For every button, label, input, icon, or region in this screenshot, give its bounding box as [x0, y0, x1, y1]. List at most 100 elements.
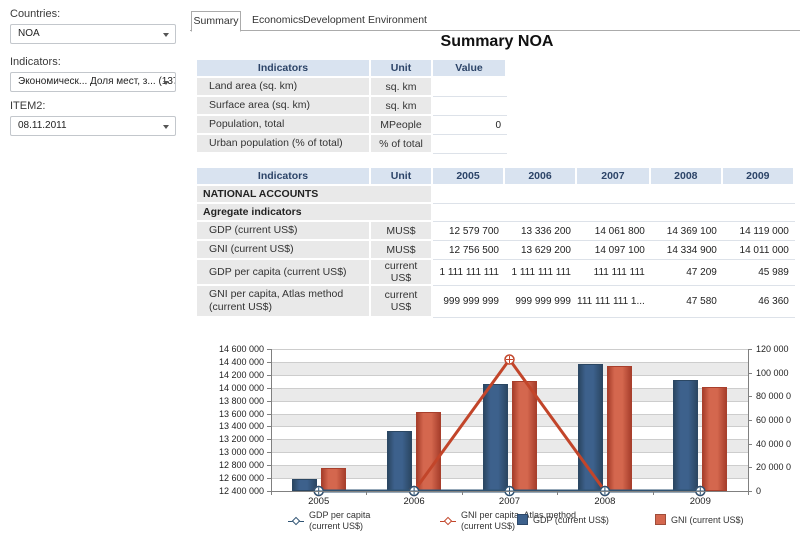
table-row: NATIONAL ACCOUNTS — [197, 186, 795, 204]
value-cell — [505, 186, 577, 204]
value-cell: 47 580 — [651, 286, 723, 318]
value-cell — [433, 204, 505, 222]
indicators-value: Экономическ... Доля мест, з... (1374) — [18, 76, 176, 87]
value-cell: 13 629 200 — [505, 241, 577, 260]
table-row: GNI per capita, Atlas method (current US… — [197, 286, 795, 318]
column-header: 2007 — [577, 168, 651, 186]
right-axis-label: 80 000 0 — [756, 391, 791, 401]
indicators-select[interactable]: Экономическ... Доля мест, з... (1374) — [10, 72, 176, 92]
left-axis-label: 13 200 000 — [195, 434, 264, 444]
legend-square-icon — [655, 514, 666, 525]
x-axis-label: 2007 — [490, 496, 530, 507]
column-header: Indicators — [197, 60, 371, 78]
indicators-label: Indicators: — [10, 56, 61, 68]
value-cell: 14 119 000 — [723, 222, 795, 241]
value-cell: 14 369 100 — [651, 222, 723, 241]
x-axis-label: 2008 — [585, 496, 625, 507]
left-axis-label: 13 400 000 — [195, 421, 264, 431]
value-cell: 14 011 000 — [723, 241, 795, 260]
legend-line-marker-icon — [440, 516, 456, 528]
value-cell: 12 579 700 — [433, 222, 505, 241]
gdp-gni-chart: 14 600 00014 400 00014 200 00014 000 000… — [195, 338, 800, 535]
series-line — [319, 360, 701, 491]
tab-summary[interactable]: Summary — [191, 11, 241, 32]
value-cell: 999 999 999 — [433, 286, 505, 318]
column-header: Unit — [371, 168, 433, 186]
right-axis-label: 20 000 0 — [756, 462, 791, 472]
value-cell: 111 111 111 1... — [577, 286, 651, 318]
column-header: Unit — [371, 60, 433, 78]
countries-label: Countries: — [10, 8, 60, 20]
tab-strip-line — [190, 30, 800, 31]
unit-cell: % of total — [371, 135, 433, 154]
column-header: Value — [433, 60, 507, 78]
column-header: 2006 — [505, 168, 577, 186]
value-cell — [433, 78, 507, 97]
table-row: GNI (current US$)MUS$12 756 50013 629 20… — [197, 241, 795, 260]
item2-select[interactable]: 08.11.2011 — [10, 116, 176, 136]
value-cell: 111 111 111 — [577, 260, 651, 286]
tab-development[interactable]: Development — [303, 14, 365, 26]
indicator-cell: Urban population (% of total) — [197, 135, 371, 154]
left-axis-label: 12 400 000 — [195, 486, 264, 496]
value-cell: 46 360 — [723, 286, 795, 318]
x-axis-tick — [271, 491, 272, 495]
item2-label: ITEM2: — [10, 100, 45, 112]
indicator-cell: Population, total — [197, 116, 371, 135]
legend-label-line: GDP per capita — [309, 510, 370, 521]
value-cell: 47 209 — [651, 260, 723, 286]
indicator-cell: GDP (current US$) — [197, 222, 371, 241]
page-title: Summary NOA — [197, 33, 797, 51]
legend-diamond-icon — [444, 517, 452, 525]
right-axis-line — [748, 349, 749, 492]
unit-cell: sq. km — [371, 97, 433, 116]
value-cell: 14 097 100 — [577, 241, 651, 260]
left-axis-label: 14 600 000 — [195, 344, 264, 354]
x-axis-tick — [462, 491, 463, 495]
value-cell: 0 — [433, 116, 507, 135]
value-cell — [505, 204, 577, 222]
value-cell — [433, 186, 505, 204]
right-axis-label: 120 000 — [756, 344, 789, 354]
table-row: Surface area (sq. km)sq. km — [197, 97, 507, 116]
chevron-down-icon — [163, 81, 169, 85]
x-axis-tick — [366, 491, 367, 495]
unit-cell: current US$ — [371, 260, 433, 286]
section-cell: Agregate indicators — [197, 204, 433, 222]
left-axis-label: 14 000 000 — [195, 383, 264, 393]
legend-label: GNI (current US$) — [671, 515, 744, 526]
column-header: 2008 — [651, 168, 723, 186]
left-axis-label: 14 400 000 — [195, 357, 264, 367]
value-cell: 45 989 — [723, 260, 795, 286]
unit-cell: MUS$ — [371, 222, 433, 241]
unit-cell: MPeople — [371, 116, 433, 135]
tab-economics[interactable]: Economics — [252, 14, 303, 26]
legend-label-line: GNI (current US$) — [671, 515, 744, 526]
unit-cell: MUS$ — [371, 241, 433, 260]
indicator-cell: GNI per capita, Atlas method (current US… — [197, 286, 371, 318]
legend-square-icon — [517, 514, 528, 525]
left-axis-label: 12 800 000 — [195, 460, 264, 470]
table-row: Land area (sq. km)sq. km — [197, 78, 507, 97]
national-accounts-table: IndicatorsUnit20052006200720082009NATION… — [197, 168, 795, 318]
tab-environment[interactable]: Environment — [368, 14, 427, 26]
value-cell — [577, 186, 651, 204]
right-axis-label: 40 000 0 — [756, 439, 791, 449]
countries-select[interactable]: NOA — [10, 24, 176, 44]
value-cell: 1 111 111 111 — [433, 260, 505, 286]
table-row: Population, totalMPeople0 — [197, 116, 507, 135]
chevron-down-icon — [163, 33, 169, 37]
right-axis-label: 60 000 0 — [756, 415, 791, 425]
legend-label-line: (current US$) — [309, 521, 370, 532]
value-cell — [577, 204, 651, 222]
x-axis-label: 2005 — [299, 496, 339, 507]
value-cell — [651, 204, 723, 222]
table-row: Urban population (% of total)% of total — [197, 135, 507, 154]
x-axis-tick — [748, 491, 749, 495]
left-axis-label: 13 600 000 — [195, 409, 264, 419]
value-cell: 12 756 500 — [433, 241, 505, 260]
left-axis-label: 13 000 000 — [195, 447, 264, 457]
x-axis-line — [271, 491, 748, 492]
value-cell — [651, 186, 723, 204]
x-axis-label: 2006 — [394, 496, 434, 507]
